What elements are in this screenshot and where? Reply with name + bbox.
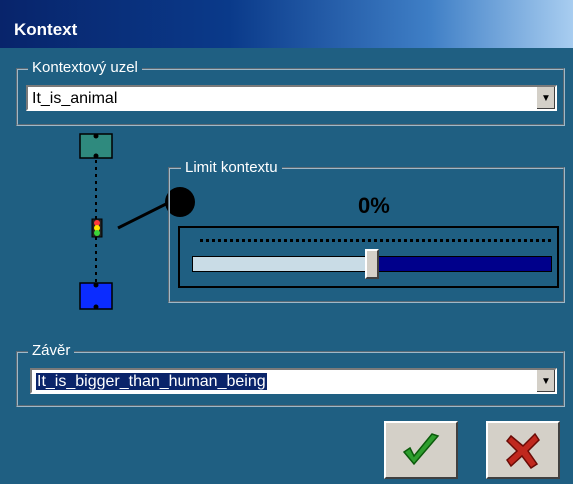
check-icon <box>402 433 440 466</box>
x-icon <box>505 432 540 470</box>
kontext-dialog: Kontext Kontextový uzel It_is_animal ▼ L… <box>0 0 573 484</box>
conclusion-value: It_is_bigger_than_human_being <box>36 373 267 390</box>
chevron-down-icon[interactable]: ▼ <box>536 87 555 109</box>
cancel-button[interactable] <box>486 421 560 479</box>
slider-thumb[interactable] <box>365 249 379 279</box>
context-limit-percent: 0% <box>358 193 390 218</box>
slider-tick-marks <box>200 239 551 246</box>
traffic-light-icon <box>91 218 103 238</box>
context-node-value: It_is_animal <box>32 90 118 107</box>
chevron-down-icon[interactable]: ▼ <box>536 370 555 392</box>
context-node-legend: Kontextový uzel <box>28 60 142 76</box>
title-bar: Kontext <box>0 0 573 48</box>
conclusion-select[interactable]: It_is_bigger_than_human_being ▼ <box>30 368 557 394</box>
ok-button[interactable] <box>384 421 458 479</box>
conclusion-legend: Závěr <box>28 343 75 359</box>
context-node-select[interactable]: It_is_animal ▼ <box>26 85 557 111</box>
window-title: Kontext <box>14 20 78 39</box>
slider-track-left <box>193 257 373 271</box>
context-limit-legend: Limit kontextu <box>181 160 282 176</box>
